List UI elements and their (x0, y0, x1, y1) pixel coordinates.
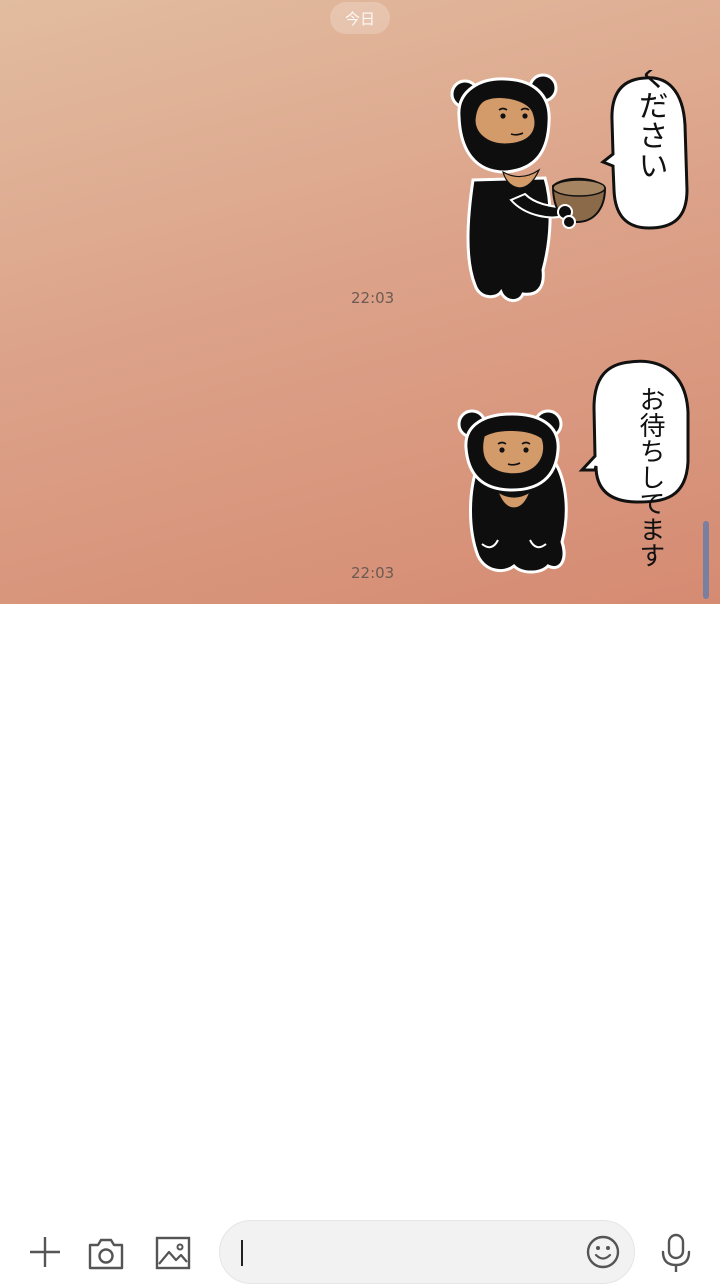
plus-icon[interactable] (25, 1232, 65, 1272)
bear-sitting-waiting-sticker[interactable]: お待ちしてます (450, 352, 700, 582)
speech-bubble-text: お待ちしてます (635, 386, 665, 568)
message-time: 22:03 (351, 564, 395, 582)
bear-offering-bowl-sticker[interactable]: ください (445, 70, 695, 305)
image-icon[interactable] (152, 1232, 194, 1274)
microphone-icon[interactable] (656, 1230, 696, 1276)
speech-bubble-text: ください (633, 70, 668, 180)
emoji-icon[interactable] (583, 1232, 623, 1272)
chat-area[interactable]: 今日 ください 22:03 お待ちしてます 22:03 (0, 0, 720, 604)
message-input[interactable] (219, 1220, 635, 1284)
text-caret (241, 1240, 243, 1266)
scrollbar[interactable] (703, 521, 709, 599)
input-bar (0, 604, 720, 1284)
camera-icon[interactable] (84, 1232, 128, 1274)
date-separator: 今日 (330, 2, 390, 34)
message-time: 22:03 (351, 289, 395, 307)
